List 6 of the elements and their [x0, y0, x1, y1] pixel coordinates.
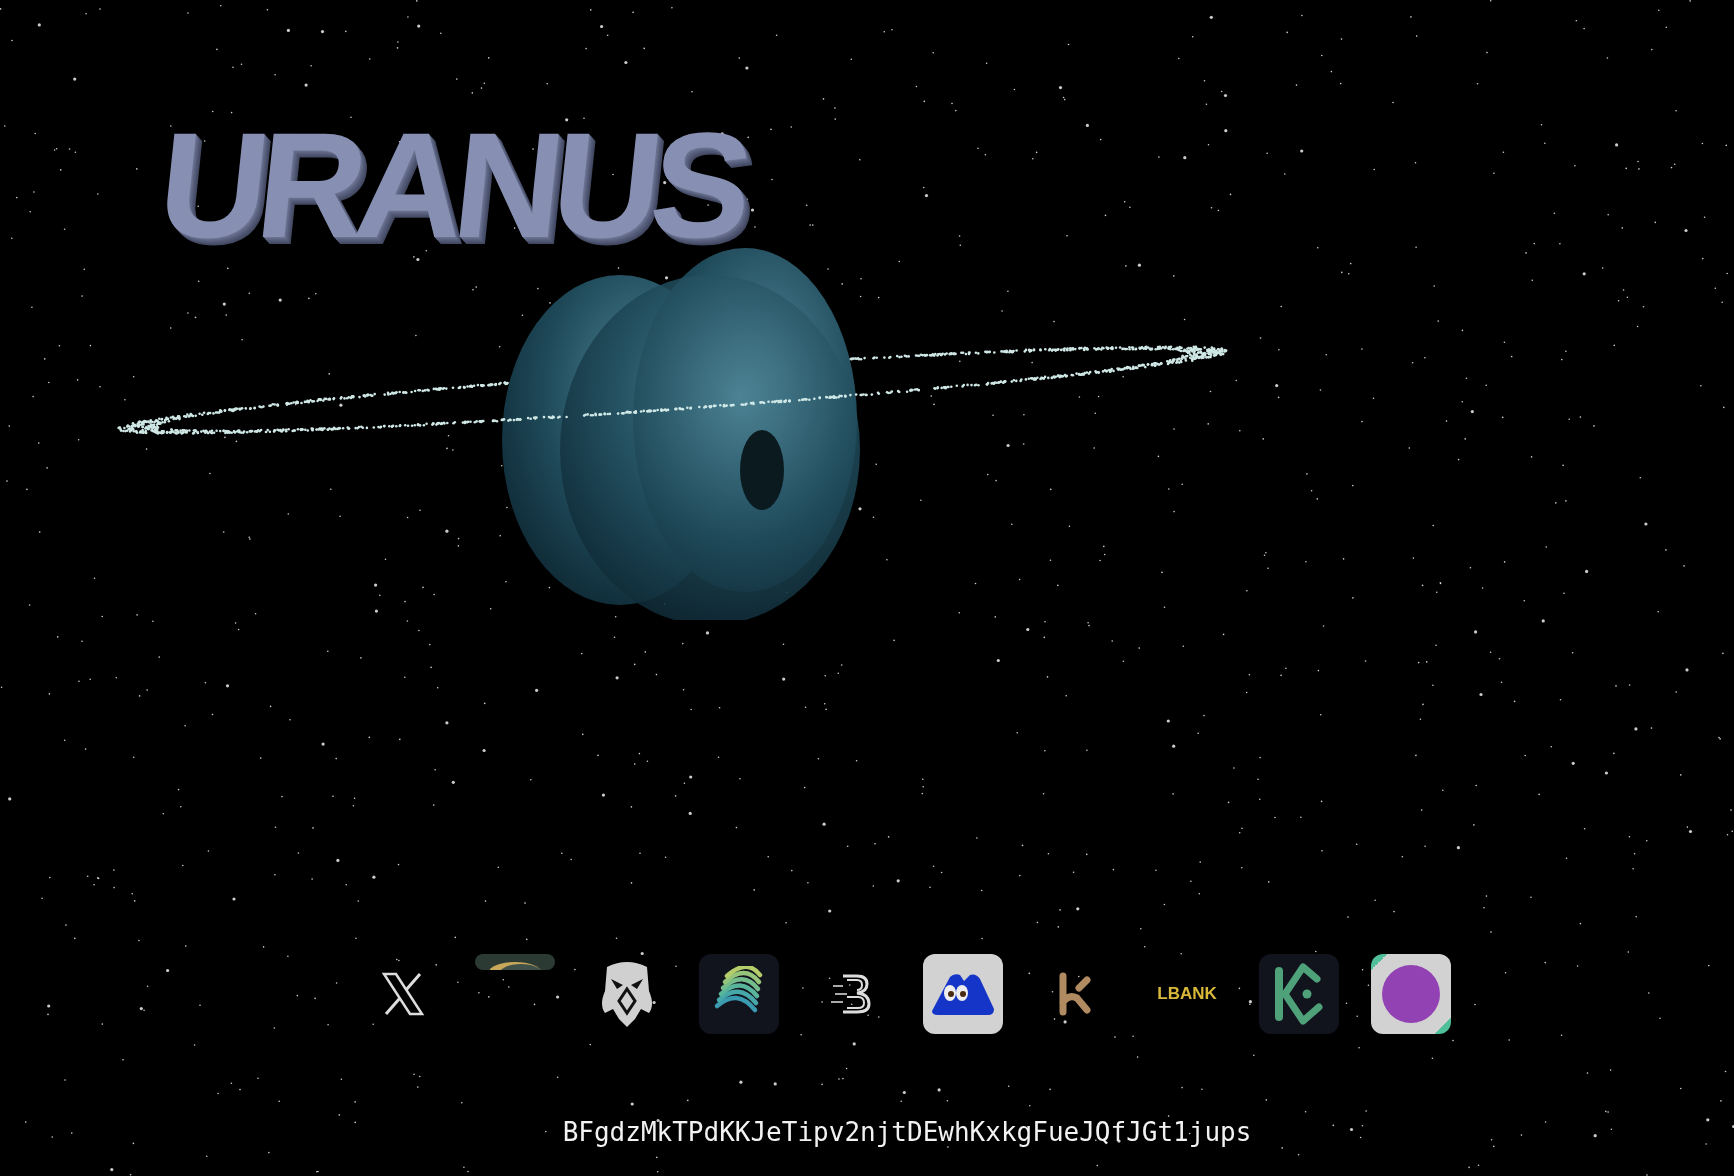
- monster-icon[interactable]: [923, 954, 1003, 1034]
- token-address: BFgdzMkTPdKKJeTipv2njtDEwhKxkgFueJQfJGt1jups: [561, 1117, 1253, 1147]
- diamond-logo-icon[interactable]: [1259, 954, 1339, 1034]
- lbank-logo-link[interactable]: LBANK: [1147, 954, 1227, 1034]
- striped-globe-icon[interactable]: [699, 954, 779, 1034]
- page-title: URANUS: [152, 110, 750, 260]
